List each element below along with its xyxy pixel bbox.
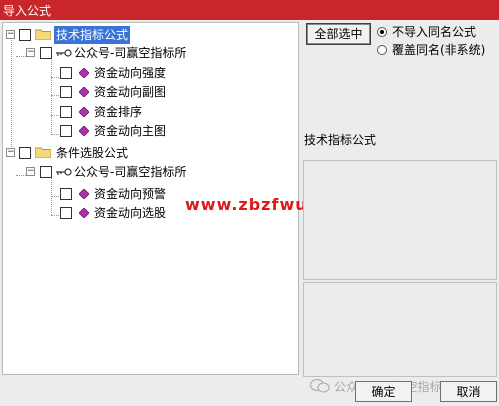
tree-group-tech[interactable]: − 技术指标公式 xyxy=(3,26,203,44)
cancel-button[interactable]: 取消 xyxy=(440,381,497,402)
ok-button[interactable]: 确定 xyxy=(355,381,412,402)
tree-item[interactable]: 资金动向主图 xyxy=(3,122,203,140)
description-label: 技术指标公式 xyxy=(304,133,377,147)
tree-author-node[interactable]: − 公众号-司赢空指标所 xyxy=(3,163,223,181)
checkbox[interactable] xyxy=(19,147,31,159)
checkbox[interactable] xyxy=(40,166,52,178)
collapse-toggle[interactable]: − xyxy=(6,148,15,157)
window-title: 导入公式 xyxy=(3,4,52,18)
tree-item[interactable]: 资金动向副图 xyxy=(3,83,203,101)
description-panel xyxy=(303,160,497,280)
key-icon xyxy=(56,168,72,176)
formula-icon xyxy=(79,189,89,199)
checkbox[interactable] xyxy=(60,67,72,79)
folder-icon xyxy=(35,29,51,40)
radio-overwrite[interactable]: 覆盖同名(非系统) xyxy=(377,42,495,58)
tree-item[interactable]: 资金动向选股 xyxy=(3,204,203,222)
checkbox[interactable] xyxy=(60,106,72,118)
tree-author-node[interactable]: − 公众号-司赢空指标所 xyxy=(3,44,223,62)
checkbox[interactable] xyxy=(60,86,72,98)
folder-icon xyxy=(35,147,51,158)
collapse-toggle[interactable]: − xyxy=(26,167,35,176)
tree-item[interactable]: 资金排序 xyxy=(3,103,203,121)
formula-icon xyxy=(79,208,89,218)
tree-item[interactable]: 资金动向强度 xyxy=(3,64,203,82)
collapse-toggle[interactable]: − xyxy=(26,48,35,57)
tree-author-label[interactable]: 公众号-司赢空指标所 xyxy=(74,44,186,62)
radio-button[interactable] xyxy=(377,27,387,37)
checkbox[interactable] xyxy=(60,125,72,137)
formula-icon xyxy=(79,87,89,97)
checkbox[interactable] xyxy=(19,29,31,41)
tree-group-label[interactable]: 条件选股公式 xyxy=(56,144,128,162)
tree-group-screening[interactable]: − 条件选股公式 xyxy=(3,144,203,162)
radio-label: 覆盖同名(非系统) xyxy=(392,43,486,57)
tree-item-label[interactable]: 资金动向强度 xyxy=(94,64,166,82)
key-icon xyxy=(56,49,72,57)
radio-skip-duplicates[interactable]: 不导入同名公式 xyxy=(377,24,495,40)
checkbox[interactable] xyxy=(60,207,72,219)
tree-item-label[interactable]: 资金排序 xyxy=(94,103,142,121)
wechat-icon xyxy=(310,379,330,393)
formula-icon xyxy=(79,107,89,117)
checkbox[interactable] xyxy=(40,47,52,59)
tree-group-label[interactable]: 技术指标公式 xyxy=(54,26,131,44)
collapse-toggle[interactable]: − xyxy=(6,30,15,39)
tree-item-label[interactable]: 资金动向预警 xyxy=(94,185,166,203)
title-bar: 导入公式 xyxy=(0,0,499,20)
formula-icon xyxy=(79,126,89,136)
radio-label: 不导入同名公式 xyxy=(392,25,477,39)
tree-item-label[interactable]: 资金动向主图 xyxy=(94,122,166,140)
radio-button[interactable] xyxy=(377,45,387,55)
tree-item-label[interactable]: 资金动向副图 xyxy=(94,83,166,101)
tree-item[interactable]: 资金动向预警 xyxy=(3,185,203,203)
select-all-button[interactable]: 全部选中 xyxy=(306,23,371,45)
formula-icon xyxy=(79,68,89,78)
tree-author-label[interactable]: 公众号-司赢空指标所 xyxy=(74,163,186,181)
detail-panel xyxy=(303,282,497,377)
checkbox[interactable] xyxy=(60,188,72,200)
tree-item-label[interactable]: 资金动向选股 xyxy=(94,204,166,222)
